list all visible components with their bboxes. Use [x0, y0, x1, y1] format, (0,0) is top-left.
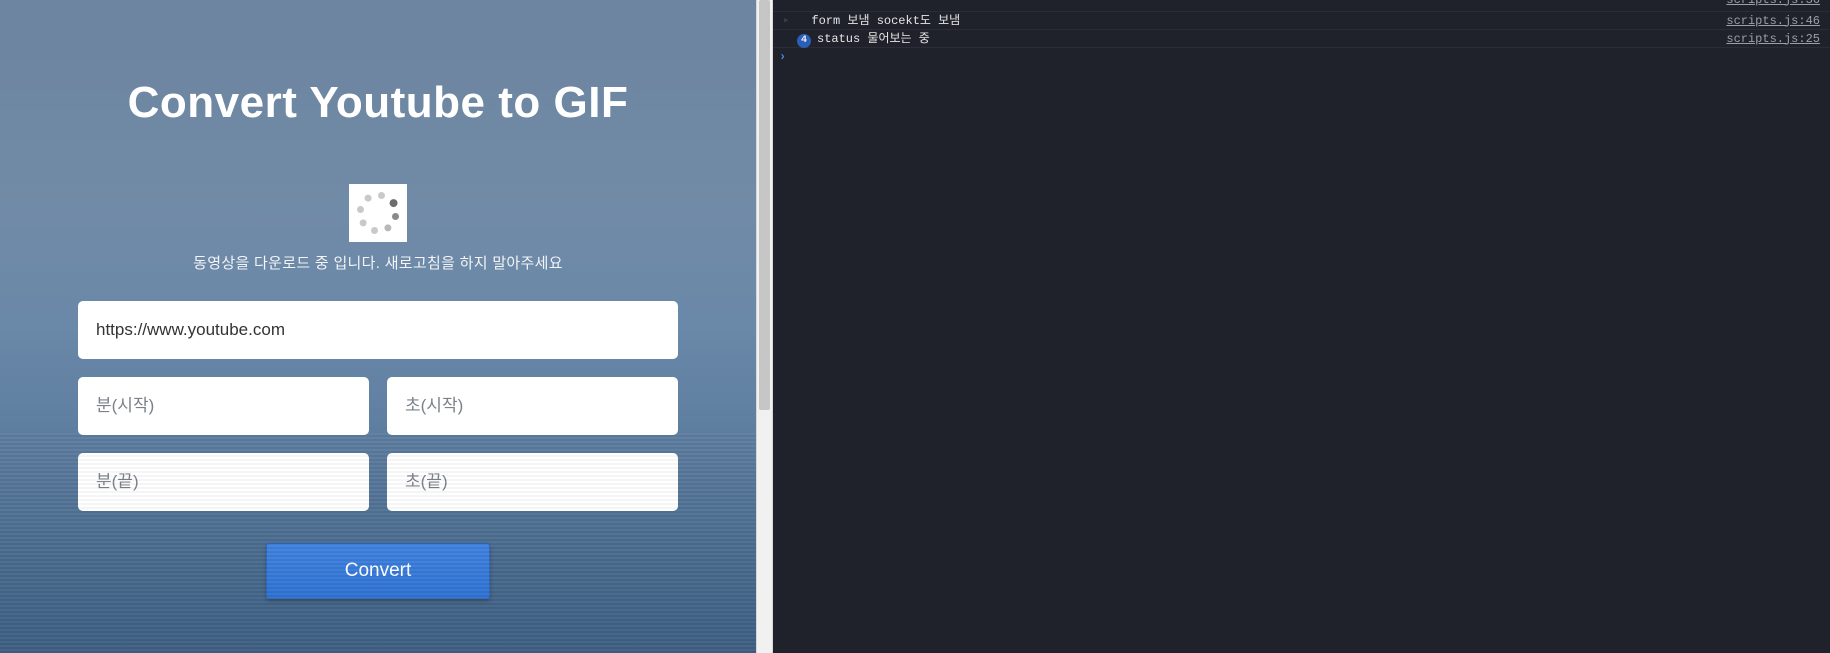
end-second-input[interactable]	[387, 453, 678, 511]
console-message: form 보냄 socekt도 보냄	[797, 12, 1726, 30]
end-minute-input[interactable]	[78, 453, 369, 511]
prompt-caret-icon: ›	[779, 50, 791, 64]
console-source-link[interactable]: scripts.js:46	[1726, 12, 1830, 30]
console-input[interactable]	[791, 48, 1830, 66]
convert-form: Convert	[78, 301, 678, 599]
loading-spinner-box	[349, 184, 407, 242]
chevron-right-icon: ▸	[783, 12, 793, 30]
scrollbar-thumb[interactable]	[759, 0, 770, 410]
start-minute-input[interactable]	[78, 377, 369, 435]
devtools-console: scripts.js:36 ▸ form 보냄 socekt도 보냄 scrip…	[773, 0, 1830, 653]
console-message: 4status 물어보는 중	[797, 30, 1726, 48]
start-second-input[interactable]	[387, 377, 678, 435]
console-prompt[interactable]: ›	[773, 48, 1830, 66]
console-source-link[interactable]: scripts.js:25	[1726, 30, 1830, 48]
row-gutter: ▸	[779, 12, 797, 30]
page-title: Convert Youtube to GIF	[128, 78, 629, 128]
app-panel: Convert Youtube to GIF 동영상을 다운로드 중 입니다. …	[0, 0, 756, 653]
console-log-row: 4status 물어보는 중 scripts.js:25	[773, 30, 1830, 48]
console-log-row: scripts.js:36	[773, 0, 1830, 12]
repeat-count-badge: 4	[797, 34, 811, 48]
loading-spinner-icon	[360, 195, 396, 231]
console-log-row: ▸ form 보냄 socekt도 보냄 scripts.js:46	[773, 12, 1830, 30]
console-source-link[interactable]: scripts.js:36	[1726, 0, 1830, 9]
download-status-text: 동영상을 다운로드 중 입니다. 새로고침을 하지 말아주세요	[193, 252, 563, 273]
convert-button[interactable]: Convert	[266, 543, 490, 599]
page-scrollbar[interactable]	[756, 0, 773, 653]
youtube-url-input[interactable]	[78, 301, 678, 359]
